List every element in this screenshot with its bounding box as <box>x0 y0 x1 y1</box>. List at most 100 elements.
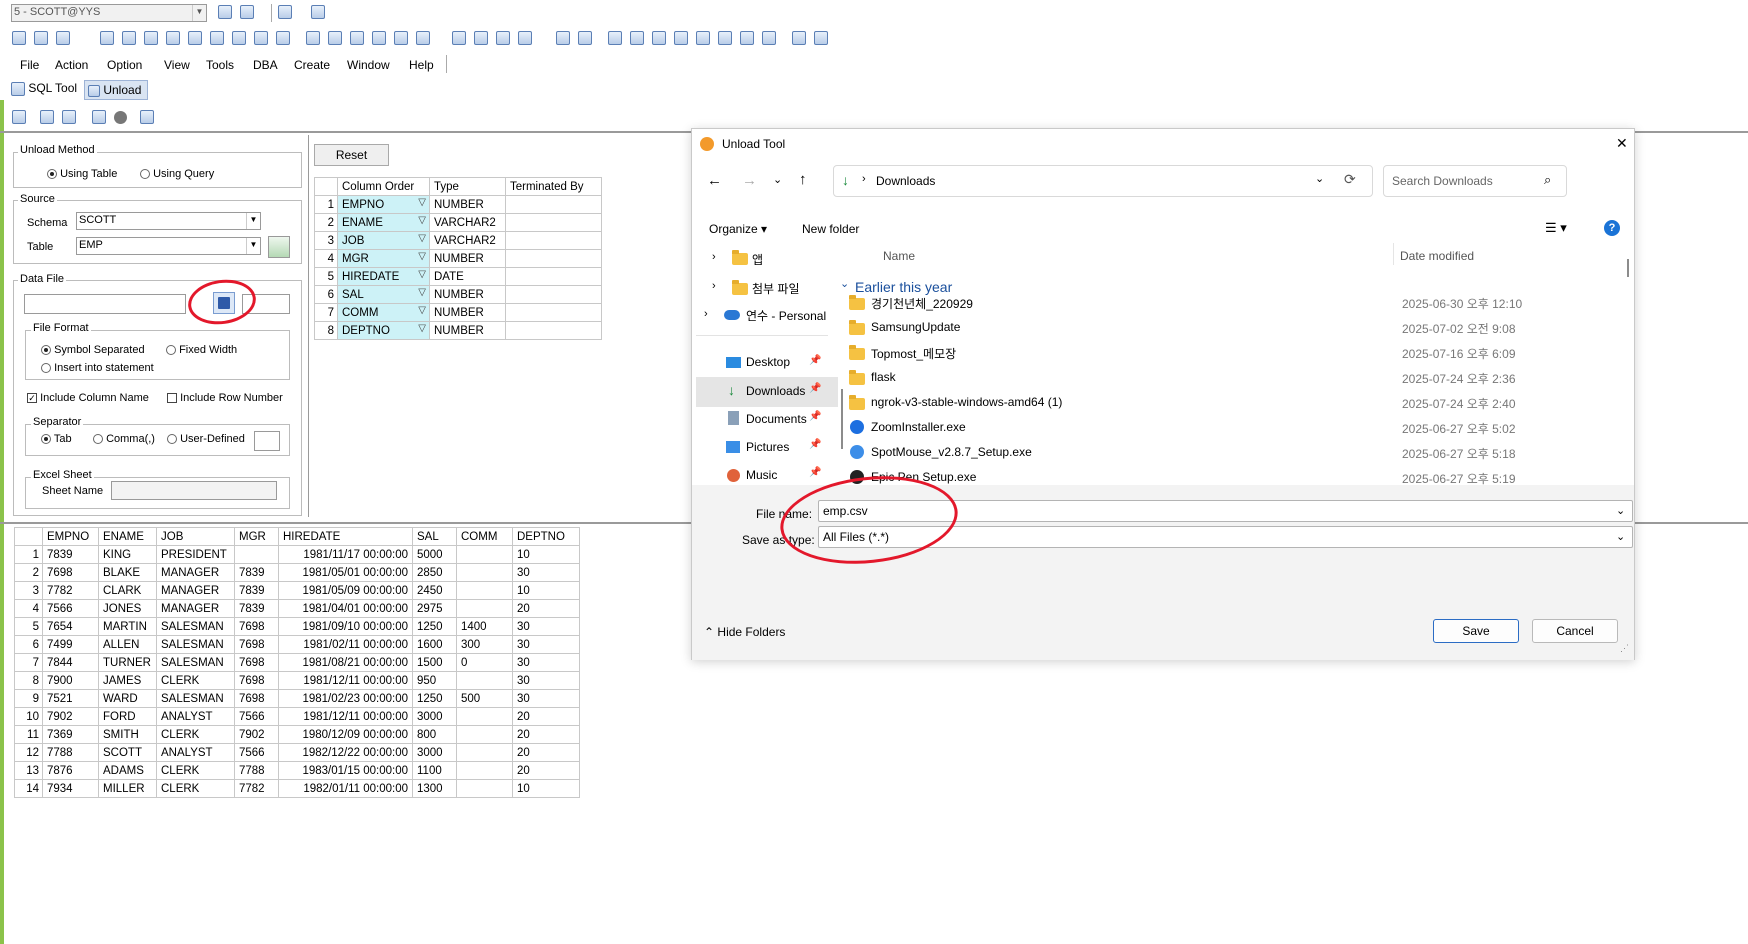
fixed-width-radio[interactable]: Fixed Width <box>166 344 237 356</box>
table-row[interactable]: 13 7876 ADAMS CLERK 7788 1983/01/15 00:00:00 1… <box>14 761 580 780</box>
filter-icon[interactable]: ▽ <box>418 269 426 280</box>
up-arrow-icon[interactable]: ↑ <box>799 171 807 188</box>
column-name-cell[interactable]: ENAME ▽ <box>337 213 430 232</box>
using-query-radio[interactable]: Using Query <box>140 168 214 180</box>
filter-icon[interactable]: ▽ <box>418 287 426 298</box>
menu-help[interactable]: Help <box>409 58 434 72</box>
clipboard-icon[interactable] <box>140 110 154 124</box>
tab-unload[interactable]: Unload <box>84 80 148 100</box>
menu-window[interactable]: Window <box>347 58 390 72</box>
menu-dba[interactable]: DBA <box>253 58 278 72</box>
file-list-item[interactable]: ngrok-v3-stable-windows-amd64 (1) 2025-07… <box>849 391 1625 415</box>
file-list-item[interactable]: ZoomInstaller.exe 2025-06-27 오후 5:02 <box>849 416 1625 440</box>
table-row[interactable]: 8 7900 JAMES CLERK 7698 1981/12/11 00:00:00 95… <box>14 671 580 690</box>
import-icon[interactable] <box>232 31 246 45</box>
menu-option[interactable]: Option <box>107 58 142 72</box>
group-collapse-icon[interactable]: ⌄ <box>840 277 849 290</box>
stop-icon[interactable] <box>114 111 127 124</box>
file-list-item[interactable]: SpotMouse_v2.8.7_Setup.exe 2025-06-27 오후 … <box>849 441 1625 465</box>
column-name-cell[interactable]: MGR ▽ <box>337 249 430 268</box>
sheet-name-input[interactable] <box>111 481 277 500</box>
window-list-icon[interactable] <box>814 31 828 45</box>
filter-icon[interactable]: ▽ <box>418 251 426 262</box>
search-icon[interactable] <box>166 31 180 45</box>
terminated-by-cell[interactable] <box>505 267 602 286</box>
new-folder-button[interactable]: New folder <box>802 222 859 236</box>
save-button[interactable]: Save <box>1433 619 1519 643</box>
sql-plan-icon[interactable] <box>56 31 70 45</box>
db-icon[interactable] <box>144 31 158 45</box>
search-box[interactable]: Search Downloads ⌕ <box>1383 165 1567 197</box>
calendar-icon[interactable] <box>718 31 732 45</box>
script-icon[interactable] <box>122 31 136 45</box>
column-order-row[interactable]: 5 HIREDATE ▽ DATE <box>314 267 602 286</box>
file-list-scrollbar[interactable] <box>1627 259 1629 277</box>
table-row[interactable]: 5 7654 MARTIN SALESMAN 7698 1981/09/10 00:00:… <box>14 617 580 636</box>
run-icon[interactable] <box>12 110 26 124</box>
table-row[interactable]: 1 7839 KING PRESIDENT 1981/11/17 00:00:00 500… <box>14 545 580 564</box>
sql-query-icon[interactable] <box>34 31 48 45</box>
object-icon[interactable] <box>496 31 510 45</box>
tab-sql-tool[interactable]: SQL Tool <box>11 81 77 101</box>
nav-item-onedrive[interactable]: › 연수 - Personal <box>696 301 838 331</box>
compare-icon[interactable] <box>328 31 342 45</box>
table-row[interactable]: 4 7566 JONES MANAGER 7839 1981/04/01 00:00:00… <box>14 599 580 618</box>
menu-view[interactable]: View <box>164 58 190 72</box>
nav-item-downloads[interactable]: ↓ Downloads 📌 <box>696 377 838 407</box>
unload-icon[interactable] <box>578 31 592 45</box>
filter-icon[interactable]: ▽ <box>418 215 426 226</box>
sort-icon[interactable] <box>452 31 466 45</box>
nav-item-pictures[interactable]: Pictures 📌 <box>696 433 838 463</box>
user-defined-separator-input[interactable] <box>254 431 280 451</box>
nav-item-desktop[interactable]: Desktop 📌 <box>696 349 838 379</box>
table-row[interactable]: 11 7369 SMITH CLERK 7902 1980/12/09 00:00:00 8… <box>14 725 580 744</box>
nav-pane-scrollbar[interactable] <box>841 389 843 449</box>
reset-button[interactable]: Reset <box>314 144 389 166</box>
file-list-item[interactable]: SamsungUpdate 2025-07-02 오전 9:08 <box>849 316 1625 340</box>
vertical-splitter[interactable] <box>308 135 309 517</box>
session-list-icon[interactable] <box>311 5 325 19</box>
table-row[interactable]: 12 7788 SCOTT ANALYST 7566 1982/12/22 00:00:0… <box>14 743 580 762</box>
include-column-name-checkbox[interactable]: ✓ Include Column Name <box>27 392 149 404</box>
window-icon[interactable] <box>792 31 806 45</box>
close-icon[interactable]: ✕ <box>1616 135 1628 152</box>
column-name-cell[interactable]: COMM ▽ <box>337 303 430 322</box>
symbol-separated-radio[interactable]: Symbol Separated <box>41 344 145 356</box>
copy-icon[interactable] <box>276 31 290 45</box>
user-icon[interactable] <box>372 31 386 45</box>
table-row[interactable]: 9 7521 WARD SALESMAN 7698 1981/02/23 00:00:00… <box>14 689 580 708</box>
path-downloads[interactable]: Downloads <box>876 174 935 188</box>
using-table-radio[interactable]: Using Table <box>47 168 117 180</box>
sql-editor-icon[interactable] <box>306 31 320 45</box>
recent-chevron-icon[interactable]: ⌄ <box>773 173 782 186</box>
rsh-icon[interactable] <box>416 31 430 45</box>
column-order-row[interactable]: 4 MGR ▽ NUMBER <box>314 249 602 268</box>
cancel-button[interactable]: Cancel <box>1532 619 1618 643</box>
terminated-by-cell[interactable] <box>505 231 602 250</box>
organize-button[interactable]: Organize ▾ <box>709 222 767 236</box>
terminated-by-cell[interactable] <box>505 303 602 322</box>
layout-icon[interactable] <box>762 31 776 45</box>
include-row-number-checkbox[interactable]: Include Row Number <box>167 392 283 404</box>
help-icon[interactable]: ? <box>1604 220 1620 236</box>
tools-icon[interactable] <box>100 31 114 45</box>
grid-icon[interactable] <box>608 31 622 45</box>
disconnect-icon[interactable] <box>240 5 254 19</box>
resize-grip-icon[interactable]: ⋰ <box>1620 643 1629 654</box>
network-icon[interactable] <box>696 31 710 45</box>
file-list-item[interactable]: 경기천년체_220929 2025-06-30 오후 12:10 <box>849 291 1625 315</box>
session-icon[interactable] <box>278 5 292 19</box>
menu-action[interactable]: Action <box>55 58 88 72</box>
table-row[interactable]: 6 7499 ALLEN SALESMAN 7698 1981/02/11 00:00:0… <box>14 635 580 654</box>
column-header-date[interactable]: Date modified <box>1400 249 1474 263</box>
report-icon[interactable] <box>474 31 488 45</box>
people-icon[interactable] <box>630 31 644 45</box>
table-browse-button[interactable] <box>268 236 290 258</box>
sep-comma-radio[interactable]: Comma(,) <box>93 433 155 445</box>
view-options-icon[interactable]: ☰ ▾ <box>1545 220 1567 236</box>
table-row[interactable]: 14 7934 MILLER CLERK 7782 1982/01/11 00:00:00… <box>14 779 580 798</box>
terminated-by-cell[interactable] <box>505 285 602 304</box>
terminated-by-cell[interactable] <box>505 195 602 214</box>
nav-item-attachments[interactable]: › 첨부 파일 <box>696 273 838 303</box>
forward-arrow-icon[interactable]: → <box>742 172 757 189</box>
